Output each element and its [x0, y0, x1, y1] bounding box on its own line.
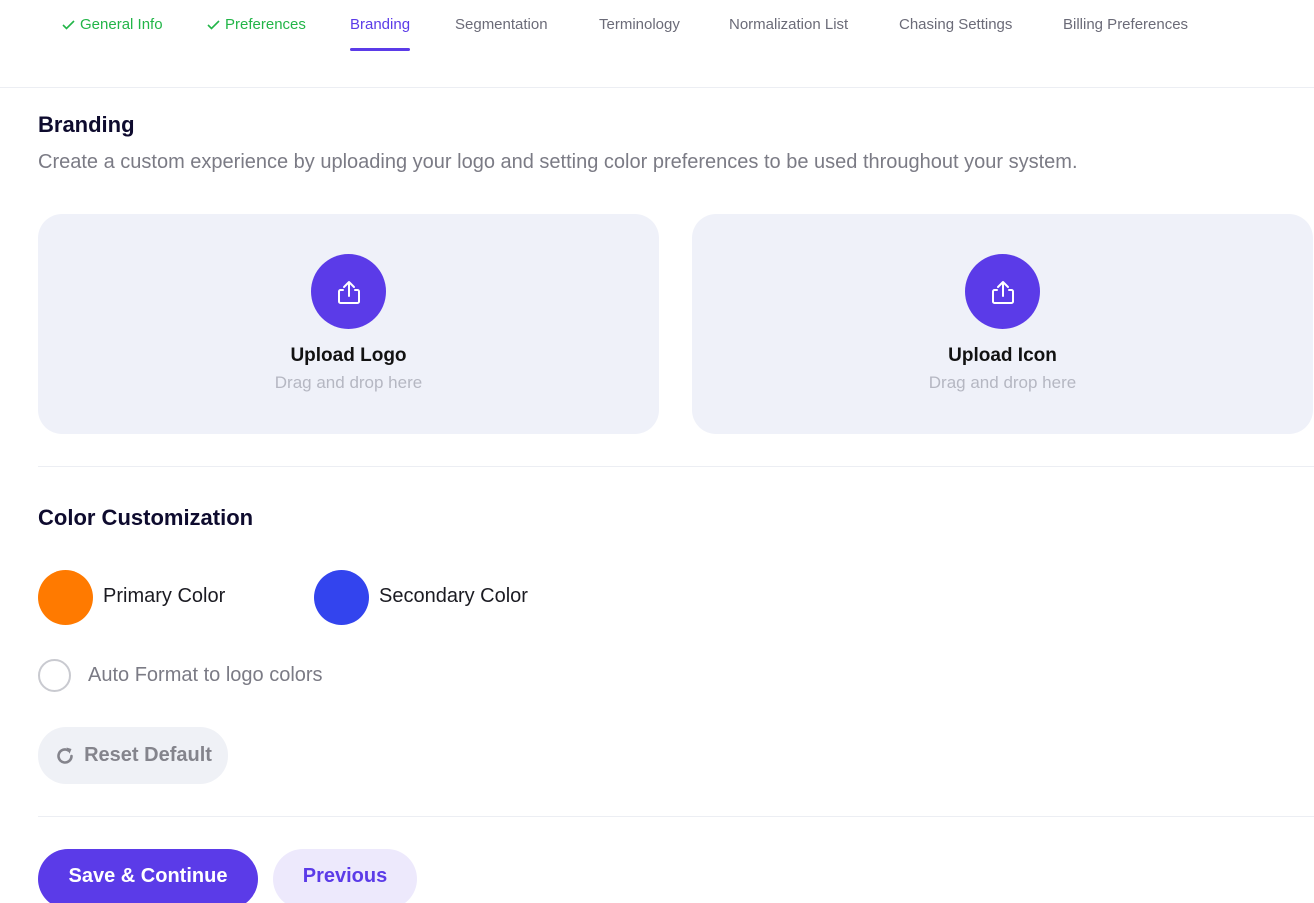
upload-icon-title: Upload Icon [948, 345, 1057, 366]
branding-title: Branding [38, 112, 135, 137]
tab-preferences[interactable]: Preferences [207, 16, 306, 52]
primary-color-swatch[interactable] [38, 570, 93, 625]
tab-label: Segmentation [455, 16, 548, 33]
upload-logo-hint: Drag and drop here [274, 373, 423, 392]
check-icon [62, 20, 75, 30]
color-customization-title: Color Customization [38, 505, 254, 530]
upload-icon-button[interactable] [965, 254, 1040, 329]
check-icon [207, 20, 220, 30]
tab-branding[interactable]: Branding [350, 16, 411, 52]
tab-label: Terminology [599, 16, 680, 33]
tab-terminology[interactable]: Terminology [599, 16, 680, 52]
secondary-color-label: Secondary Color [379, 585, 528, 607]
tab-label: Billing Preferences [1063, 16, 1189, 33]
tab-label: Normalization List [729, 16, 849, 33]
upload-icon-dropzone[interactable]: Upload Icon Drag and drop here [692, 214, 1313, 434]
reset-default-button[interactable]: Reset Default [38, 727, 228, 784]
upload-logo-title: Upload Logo [290, 345, 407, 366]
upload-logo-dropzone[interactable]: Upload Logo Drag and drop here [38, 214, 659, 434]
reset-default-label: Reset Default [84, 744, 212, 766]
tab-label: Branding [350, 16, 411, 33]
upload-logo-button[interactable] [311, 254, 386, 329]
upload-icon [991, 280, 1014, 304]
tab-segmentation[interactable]: Segmentation [455, 16, 548, 52]
step-tabs: General Info Preferences Branding Segmen… [0, 0, 1314, 88]
refresh-icon [57, 747, 73, 764]
save-continue-button[interactable]: Save & Continue [38, 849, 258, 903]
previous-button[interactable]: Previous [273, 849, 417, 903]
auto-format-label[interactable]: Auto Format to logo colors [88, 664, 323, 687]
secondary-color-swatch[interactable] [314, 570, 369, 625]
tab-billing-preferences[interactable]: Billing Preferences [1063, 16, 1188, 52]
auto-format-radio[interactable] [38, 659, 71, 692]
upload-icon-hint: Drag and drop here [928, 373, 1077, 392]
divider [38, 816, 1314, 817]
tab-label: General Info [80, 16, 163, 33]
tab-general-info[interactable]: General Info [62, 16, 163, 52]
tab-normalization-list[interactable]: Normalization List [729, 16, 848, 52]
tab-chasing-settings[interactable]: Chasing Settings [899, 16, 1012, 52]
primary-color-label: Primary Color [103, 585, 226, 607]
divider [38, 466, 1314, 467]
tab-label: Chasing Settings [899, 16, 1013, 33]
branding-description: Create a custom experience by uploading … [38, 151, 1078, 173]
upload-icon [337, 280, 360, 304]
tab-label: Preferences [225, 16, 306, 33]
